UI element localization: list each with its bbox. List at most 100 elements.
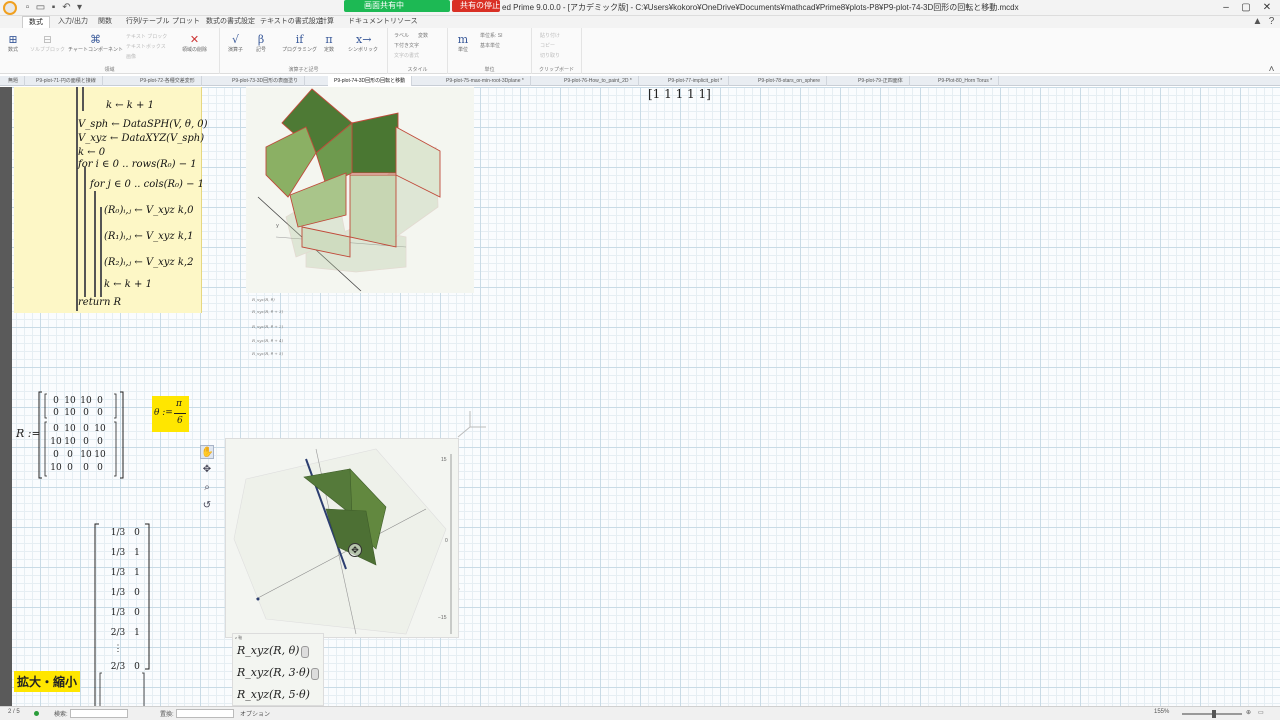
matrix-cell: 0 xyxy=(97,463,103,473)
operators-button[interactable]: √ 演算子 xyxy=(228,34,243,54)
ribbon: ⊞ 数式 ⊟ ソルブブロック ⌘ チャートコンポーネント テキスト ブロック テキスト… xyxy=(0,28,1280,75)
legend-trace-marker[interactable] xyxy=(311,668,319,680)
theta-definition[interactable]: θ := π 6 xyxy=(152,396,189,432)
matrix-cell: 10 xyxy=(94,450,106,460)
text-box-button[interactable]: テキストボックス xyxy=(126,43,166,50)
matrix-cell: 1/3 xyxy=(110,588,126,598)
doc-tab[interactable]: P9-plot-72-各種交差変形 xyxy=(134,76,202,86)
doc-tab[interactable]: P9-plot-75-max-min-root-3Dplane * xyxy=(440,76,531,86)
tab-calculation[interactable]: 計算 xyxy=(314,16,340,28)
doc-tab-active[interactable]: P9-plot-74-3D回形の回転と移動 xyxy=(328,76,413,86)
paste-button[interactable]: 貼り付け xyxy=(540,32,560,39)
3d-plot-canvas: y xyxy=(257,88,441,292)
options-dropdown[interactable]: オプション xyxy=(240,709,270,718)
undo-icon[interactable]: ↶ xyxy=(61,2,72,13)
matrix-cell: 0 xyxy=(53,408,59,418)
tab-math-format[interactable]: 数式の書式設定 xyxy=(200,16,261,28)
symbolic-label: シンボリック xyxy=(348,47,379,53)
delete-region-button[interactable]: ✕ 領域の削除 xyxy=(182,34,207,54)
matrix-cell: 1 xyxy=(134,568,140,578)
tab-math[interactable]: 数式 xyxy=(22,16,50,28)
value-style-dropdown[interactable]: 変数 xyxy=(418,32,428,39)
label-style-dropdown[interactable]: ラベル xyxy=(394,32,409,39)
inner-body-bar xyxy=(100,207,102,297)
save-icon[interactable]: ▪ xyxy=(48,2,59,13)
learning-hat-icon[interactable]: ▲ xyxy=(1252,16,1263,27)
open-file-icon[interactable]: ▭ xyxy=(35,2,46,13)
help-icon[interactable]: ? xyxy=(1266,16,1277,27)
r-matrix[interactable]: 0 10 10 0 0 10 0 0 0 10 0 10 10 10 0 0 0 0 10 10 10 0 0 0 xyxy=(38,391,124,479)
tab-resources[interactable]: リソース xyxy=(384,16,424,28)
solve-block-button[interactable]: ⊟ ソルブブロック xyxy=(30,34,65,54)
doc-tab[interactable]: P9-plot-71-円の面積と接線 xyxy=(30,76,103,86)
tab-functions[interactable]: 関数 xyxy=(92,16,118,28)
3d-plot-pentagon[interactable]: y xyxy=(246,87,474,293)
base-units-button[interactable]: 基本単位 xyxy=(480,42,500,49)
programming-button[interactable]: if プログラミング xyxy=(282,34,318,54)
document-tabs: 無題 P9-plot-71-円の面積と接線 P9-plot-72-各種交差変形 … xyxy=(0,76,1280,86)
program-line: (R₁)ᵢ,ⱼ ← V_xyz k,1 xyxy=(104,231,194,242)
3d-plot-rotation[interactable]: 15 0 −15 ✥ xyxy=(225,438,465,638)
screen-sharing-indicator[interactable]: 画面共有中 xyxy=(344,0,450,12)
title-bar: ▫ ▭ ▪ ↶ ▾ 画面共有中 共有の停止 ed Prime 9.0.0.0 -… xyxy=(0,0,1280,16)
constants-button[interactable]: π 定数 xyxy=(322,34,336,54)
worksheet[interactable]: k ← k + 1 V_sph ← DataSPH(V, θ, 0) V_xyz… xyxy=(0,87,1280,706)
plot-legend-entry: R_xyz(R, θ + 4) xyxy=(252,338,284,343)
math-region-label: 数式 xyxy=(7,47,18,53)
quick-access-dropdown-icon[interactable]: ▾ xyxy=(74,2,85,13)
tab-input-output[interactable]: 入力/出力 xyxy=(52,16,94,28)
pan-icon[interactable]: ✥ xyxy=(200,463,214,477)
program-region[interactable]: k ← k + 1 V_sph ← DataSPH(V, θ, 0) V_xyz… xyxy=(14,87,208,313)
math-region-button[interactable]: ⊞ 数式 xyxy=(6,34,20,54)
matrix-cell xyxy=(130,645,144,657)
image-button[interactable]: 画像 xyxy=(126,53,136,60)
maximize-icon[interactable]: ▢ xyxy=(1238,1,1254,15)
fit-page-icon[interactable]: ▭ xyxy=(1258,709,1264,716)
program-line: V_sph ← DataSPH(V, θ, 0) xyxy=(78,119,208,130)
text-format-button[interactable]: 文字の書式 xyxy=(394,52,419,59)
result-matrix[interactable]: 1/3 0 1/3 1 1/3 1 1/3 0 1/3 0 2/3 1 ⋮ 2/3 0 xyxy=(94,523,150,706)
plot-legend-entry: R_xyz(R, θ + 3) xyxy=(252,309,284,314)
doc-tab[interactable]: P9-plot-77-implicit_plot * xyxy=(662,76,730,86)
units-button[interactable]: m 単位 xyxy=(456,34,470,54)
legend-trace-marker[interactable] xyxy=(301,646,309,658)
text-block-button[interactable]: テキスト ブロック xyxy=(126,33,167,40)
unit-system-dropdown[interactable]: 単位系: SI xyxy=(480,32,503,39)
stop-sharing-button[interactable]: 共有の停止 xyxy=(452,0,500,12)
find-input[interactable] xyxy=(70,709,128,718)
replace-input[interactable] xyxy=(176,709,234,718)
plot-legend-entry: R_xyz(R, θ + 5) xyxy=(252,351,284,356)
symbols-button[interactable]: β 記号 xyxy=(254,33,268,54)
collapse-ribbon-icon[interactable]: ˄ xyxy=(1266,64,1277,75)
doc-tab[interactable]: P9-plot-73-3D回形の表面塗り xyxy=(226,76,306,86)
programming-label: プログラミング xyxy=(282,47,318,53)
matrix-cell: 1 xyxy=(134,548,140,558)
reset-view-icon[interactable]: ↺ xyxy=(200,499,214,513)
zoom-slider-thumb[interactable] xyxy=(1212,710,1216,718)
zoom-icon[interactable]: ⌕ xyxy=(200,481,214,495)
chart-component-button[interactable]: ⌘ チャートコンポーネント xyxy=(68,34,123,54)
theta-lhs: θ := xyxy=(154,408,173,418)
plot-expressions-legend[interactable]: z 軸 R_xyz(R, θ) R_xyz(R, 3·θ) R_xyz(R, 5… xyxy=(232,633,324,706)
zoom-in-icon[interactable]: ⊕ xyxy=(1246,709,1251,716)
ribbon-group-style: ラベル 変数 下付き文字 文字の書式 スタイル xyxy=(388,28,448,74)
new-file-icon[interactable]: ▫ xyxy=(22,2,33,13)
minimize-icon[interactable]: – xyxy=(1218,1,1234,15)
doc-tab[interactable]: P9-plot-76-How_to_paint_2D * xyxy=(558,76,639,86)
symbolic-button[interactable]: x→ シンボリック xyxy=(348,34,379,54)
matrix-cell: ⋮ xyxy=(113,644,123,654)
copy-button[interactable]: コピー xyxy=(540,42,555,49)
subscript-button[interactable]: 下付き文字 xyxy=(394,42,419,49)
doc-tab[interactable]: P9-Plot-80_Horn Torus * xyxy=(932,76,1000,86)
doc-tab[interactable]: P9-plot-79-正四面体 xyxy=(852,76,910,86)
symbols-label: 記号 xyxy=(255,47,266,53)
cut-button[interactable]: 切り取り xyxy=(540,52,560,59)
doc-tab[interactable]: P9-plot-78-stars_on_sphere xyxy=(752,76,827,86)
matrix-cell: 0 xyxy=(134,588,140,598)
close-icon[interactable]: ✕ xyxy=(1259,1,1275,15)
doc-tab[interactable]: 無題 xyxy=(2,76,26,86)
mathcad-logo-icon[interactable] xyxy=(3,1,17,15)
rotate-hand-icon[interactable]: ✋ xyxy=(200,445,214,459)
beta-icon: β xyxy=(257,33,265,46)
matrix-definition-label: R := xyxy=(16,427,41,440)
